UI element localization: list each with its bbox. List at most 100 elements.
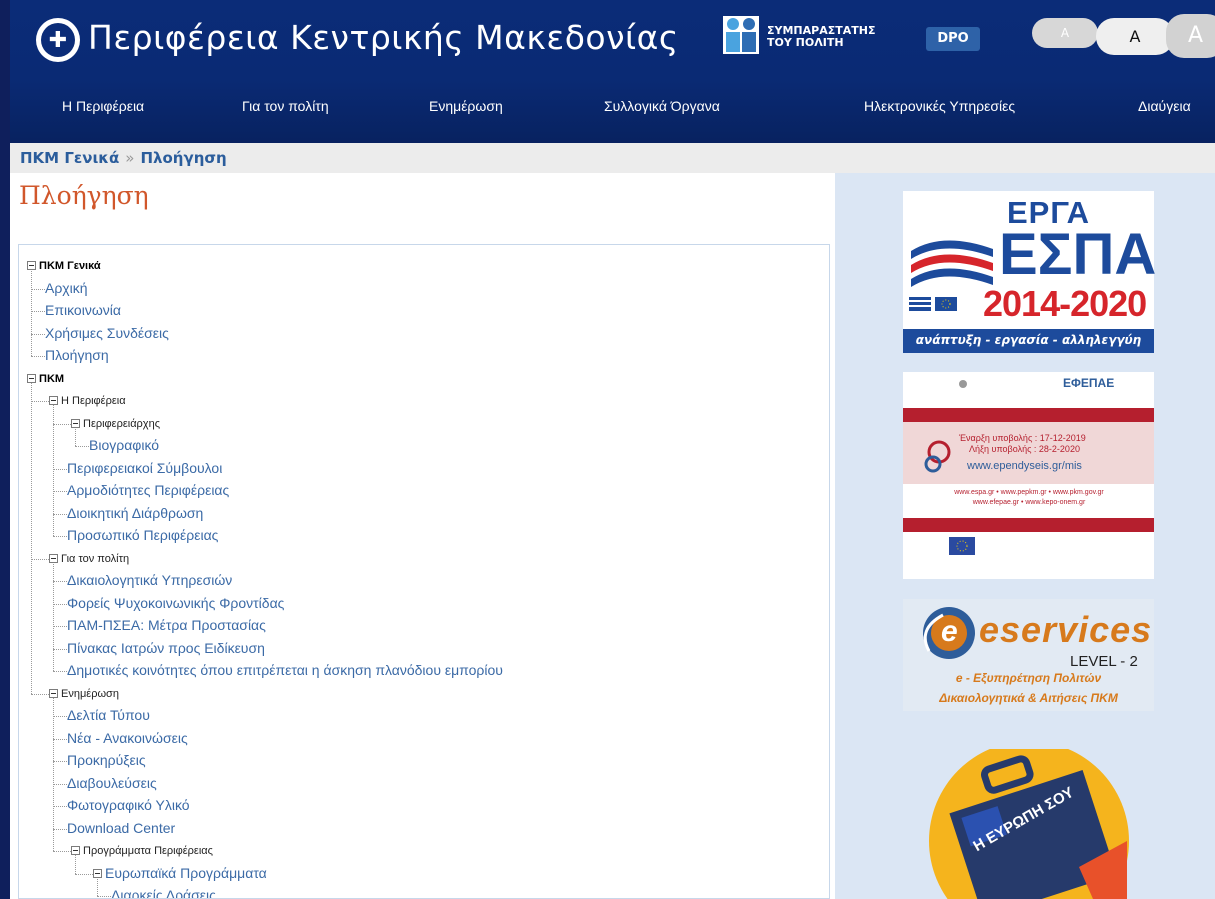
tree-branch-line (53, 851, 71, 852)
tree-item-πίνακας-ιατρών-προς-ειδίκευση[interactable]: Πίνακας Ιατρών προς Ειδίκευση (67, 640, 265, 656)
font-size-medium-button[interactable]: A (1096, 18, 1174, 55)
collapse-toggle-icon[interactable] (71, 846, 80, 855)
page-root: ✚ Περιφέρεια Κεντρικής Μακεδονίας ΣΥΜΠΑΡ… (0, 0, 1215, 899)
tree-item-επικοινωνία[interactable]: Επικοινωνία (45, 302, 121, 318)
tree-branch-line (53, 648, 67, 650)
citizens-supporter-icon[interactable] (723, 16, 759, 54)
tree-item-αρμοδιότητες-περιφέρειας[interactable]: Αρμοδιότητες Περιφέρειας (67, 482, 229, 498)
tree-item-για-τον-πολίτη[interactable]: Για τον πολίτη (61, 553, 129, 565)
tree-item-πλοήγηση[interactable]: Πλοήγηση (45, 347, 109, 363)
page-title: Πλοήγηση (19, 181, 149, 210)
site-title[interactable]: Περιφέρεια Κεντρικής Μακεδονίας (88, 18, 679, 57)
efepae-brand: ΕΦΕΠΑΕ (1063, 376, 1115, 390)
tree-branch-line (53, 423, 71, 425)
main-navigation: Η Περιφέρεια Για τον πολίτη Ενημέρωση Συ… (20, 90, 1215, 126)
tree-branch-line (53, 761, 67, 762)
tree-branch-line (53, 626, 67, 627)
collapse-toggle-icon[interactable] (49, 396, 58, 405)
collapse-toggle-icon[interactable] (27, 373, 36, 383)
breadcrumb-separator: » (125, 149, 135, 167)
tree-branch-line (75, 446, 89, 447)
efepae-url: www.ependyseis.gr/mis (967, 460, 1082, 472)
efepae-artwork-icon (903, 372, 1154, 579)
tree-branch-line (97, 896, 111, 897)
tree-branch-line (75, 873, 93, 875)
citizens-supporter-label[interactable]: ΣΥΜΠΑΡΑΣΤΑΤΗΣ ΤΟΥ ΠΟΛΙΤΗ (767, 25, 875, 49)
tree-item-βιογραφικό[interactable]: Βιογραφικό (89, 437, 159, 453)
tree-item-προγράμματα-περιφέρειας[interactable]: Προγράμματα Περιφέρειας (83, 845, 213, 857)
tree-branch-line (31, 401, 49, 402)
tree-item-προσωπικό-περιφέρειας[interactable]: Προσωπικό Περιφέρειας (67, 527, 218, 543)
tree-item-πκμ-γενικά[interactable]: ΠΚΜ Γενικά (39, 260, 101, 272)
tree-branch-line (53, 806, 67, 807)
breadcrumb: ΠΚΜ Γενικά » Πλοήγηση (20, 149, 227, 167)
eservices-banner[interactable]: e eservices LEVEL - 2 e - Εξυπηρέτηση Πο… (903, 599, 1154, 711)
nav-item-e-services[interactable]: Ηλεκτρονικές Υπηρεσίες (864, 98, 1015, 114)
espa-line-2: ΕΣΠΑ (999, 222, 1157, 287)
espa-banner[interactable]: ΕΡΓΑ ΕΣΠΑ 2014-2020 ανάπτυξη - εργασία -… (903, 191, 1157, 353)
tree-item-προκηρύξεις[interactable]: Προκηρύξεις (67, 752, 146, 768)
espa-line-3: 2014-2020 (983, 283, 1147, 324)
sitemap-tree: ΠΚΜ Γενικά Αρχική Επικοινωνία Χρήσιμες Συνδ… (18, 244, 830, 899)
tree-branch-line (53, 603, 67, 605)
font-size-large-button[interactable]: A (1166, 14, 1215, 58)
region-emblem-icon[interactable]: ✚ (36, 18, 80, 62)
efepae-end-date: Λήξη υποβολής : 28-2-2020 (969, 444, 1080, 454)
tree-branch-line (31, 356, 45, 357)
font-size-small-button[interactable]: A (1032, 18, 1098, 48)
eservices-e-letter: e (941, 615, 958, 648)
eservices-level: LEVEL - 2 (1070, 653, 1138, 670)
site-header: ✚ Περιφέρεια Κεντρικής Μακεδονίας ΣΥΜΠΑΡ… (10, 0, 1215, 143)
breadcrumb-current[interactable]: Πλοήγηση (140, 149, 226, 167)
efepae-start-date: Έναρξη υποβολής : 17-12-2019 (959, 433, 1086, 443)
tree-item-δελτία-τύπου[interactable]: Δελτία Τύπου (67, 707, 150, 723)
tree-branch-line (53, 491, 67, 492)
tree-branch-line (53, 513, 67, 515)
nav-item-region[interactable]: Η Περιφέρεια (62, 98, 144, 114)
tree-branch-line (53, 536, 67, 537)
your-europe-banner[interactable]: Η ΕΥΡΩΠΗ ΣΟΥ (903, 741, 1154, 899)
tree-item-φορείς-ψυχοκοινωνικής-φροντίδας[interactable]: Φορείς Ψυχοκοινωνικής Φροντίδας (67, 595, 284, 611)
tree-item-διαβουλεύσεις[interactable]: Διαβουλεύσεις (67, 775, 157, 791)
tree-item-διαρκείς-δράσεις[interactable]: Διαρκείς Δράσεις (111, 887, 216, 898)
tree-item-παμ-πσεα-μέτρα-προστασίας[interactable]: ΠΑΜ-ΠΣΕΑ: Μέτρα Προστασίας (67, 617, 266, 633)
collapse-toggle-icon[interactable] (93, 868, 102, 878)
tree-item-αρχική[interactable]: Αρχική (45, 280, 88, 296)
nav-item-news[interactable]: Ενημέρωση (429, 98, 503, 114)
collapse-toggle-icon[interactable] (27, 261, 36, 270)
efepae-links-2: www.efepae.gr • www.kepo-onem.gr (972, 499, 1086, 506)
tree-item-χρήσιμες-συνδέσεις[interactable]: Χρήσιμες Συνδέσεις (45, 325, 169, 341)
tree-branch-line (53, 716, 67, 717)
tree-branch-line (53, 738, 67, 740)
tree-item-περιφερειακοί-σύμβουλοι[interactable]: Περιφερειακοί Σύμβουλοι (67, 460, 222, 476)
tree-item-φωτογραφικό-υλικό[interactable]: Φωτογραφικό Υλικό (67, 797, 190, 813)
efepae-links-1: www.espa.gr • www.pepkm.gr • www.pkm.gov… (954, 489, 1104, 496)
tree-item-ευρωπαϊκά-προγράμματα[interactable]: Ευρωπαϊκά Προγράμματα (105, 865, 267, 881)
collapse-toggle-icon[interactable] (49, 688, 58, 698)
tree-connector-line (31, 378, 32, 694)
tree-item-διοικητική-διάρθρωση[interactable]: Διοικητική Διάρθρωση (67, 505, 203, 521)
breadcrumb-link-pkm-general[interactable]: ΠΚΜ Γενικά (20, 149, 119, 167)
tree-branch-line (53, 468, 67, 470)
tree-item-περιφερειάρχης[interactable]: Περιφερειάρχης (83, 418, 160, 430)
tree-item-δικαιολογητικά-υπηρεσιών[interactable]: Δικαιολογητικά Υπηρεσιών (67, 572, 232, 588)
tree-item-πκμ[interactable]: ΠΚΜ (39, 373, 64, 385)
tree-branch-line (53, 581, 67, 582)
collapse-toggle-icon[interactable] (71, 418, 80, 428)
dpo-button[interactable]: DPO (926, 27, 980, 51)
nav-item-collective-bodies[interactable]: Συλλογικά Όργανα (604, 98, 720, 114)
nav-item-diavgeia[interactable]: Διαύγεια (1138, 98, 1191, 114)
tree-item-ενημέρωση[interactable]: Ενημέρωση (61, 688, 119, 700)
efepae-banner[interactable]: ΕΦΕΠΑΕ Έναρξη υποβολής : 17-12-2019 Λήξη… (903, 372, 1154, 579)
collapse-toggle-icon[interactable] (49, 553, 58, 563)
tree-item-δημοτικές-κοινότητες-όπου-επιτρέπεται-η-άσκηση-πλανόδιου-εμπορίου[interactable]: Δημοτικές κοινότητες όπου επιτρέπεται η … (67, 662, 503, 678)
eservices-line-1: e - Εξυπηρέτηση Πολιτών (955, 671, 1102, 685)
tree-branch-line (31, 288, 45, 290)
tree-item-download-center[interactable]: Download Center (67, 820, 175, 836)
tree-item-η-περιφέρεια[interactable]: Η Περιφέρεια (61, 395, 126, 407)
tree-branch-line (31, 333, 45, 335)
tree-connector-line (53, 558, 54, 671)
nav-item-citizen[interactable]: Για τον πολίτη (242, 98, 329, 114)
tree-item-νέα-ανακοινώσεις[interactable]: Νέα - Ανακοινώσεις (67, 730, 188, 746)
breadcrumb-bar: ΠΚΜ Γενικά » Πλοήγηση (10, 143, 1215, 173)
